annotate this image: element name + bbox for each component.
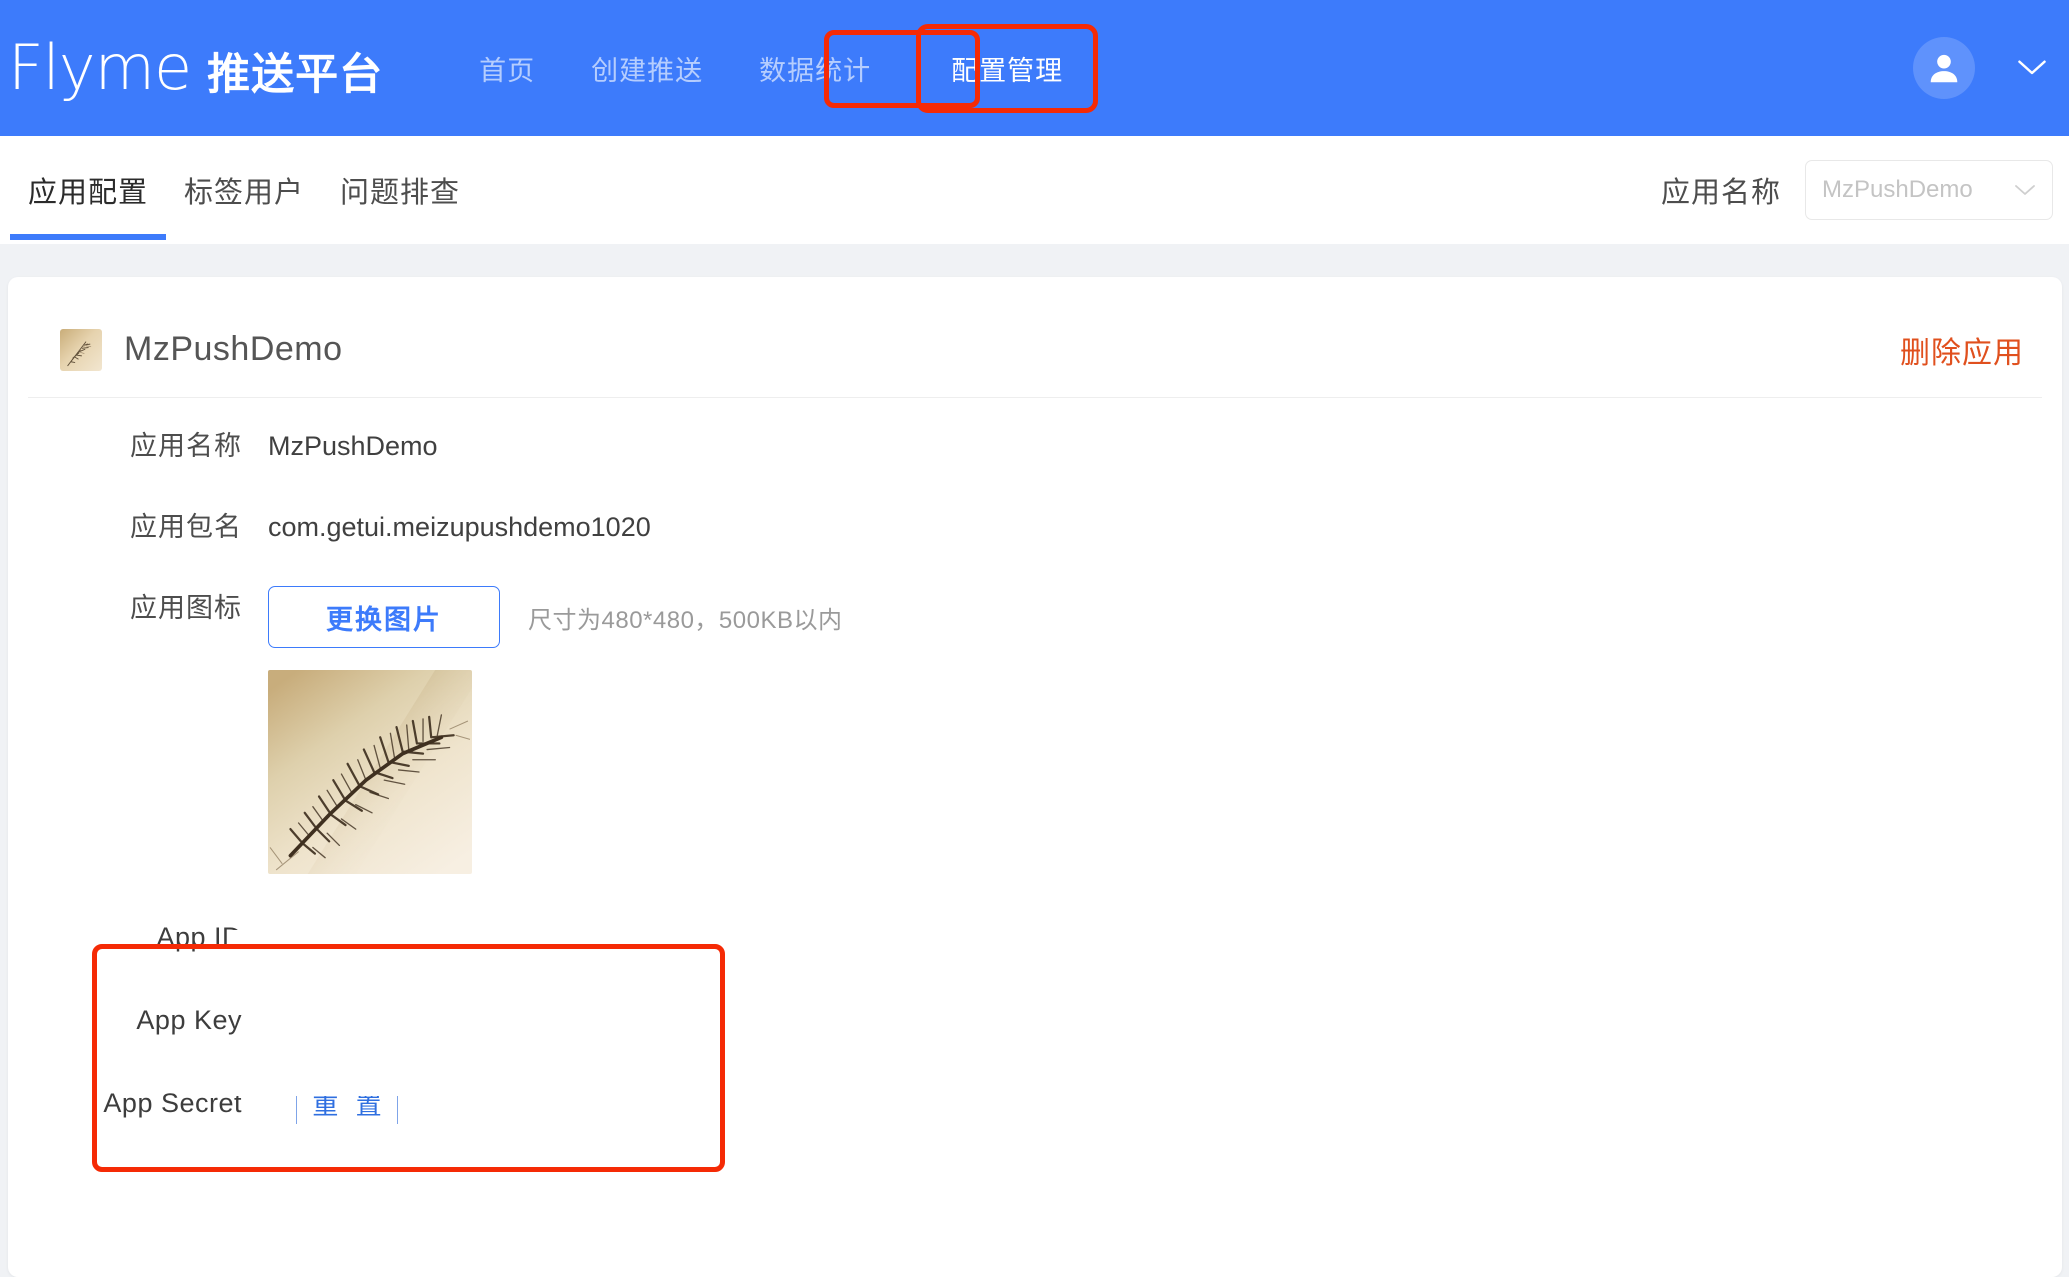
form-value-app-name: MzPushDemo — [268, 431, 438, 461]
card-title: MzPushDemo — [124, 330, 343, 368]
app-icon-hint: 尺寸为480*480，500KB以内 — [528, 606, 843, 634]
nav-item-home[interactable]: 首页 — [451, 35, 563, 102]
app-selector-group: 应用名称 MzPushDemo — [1661, 136, 2053, 244]
redaction-mask-app-key — [228, 1038, 720, 1096]
form-row-app-icon: 应用图标 更换图片 尺寸为480*480，500KB以内 — [8, 586, 2062, 874]
tab-tag-users[interactable]: 标签用户 — [166, 136, 322, 244]
user-avatar-icon — [1930, 54, 1958, 83]
change-image-button[interactable]: 更换图片 — [268, 586, 500, 648]
secondary-tabbar: 应用配置 标签用户 问题排查 应用名称 MzPushDemo — [0, 136, 2069, 244]
app-thumbnail-image — [60, 328, 102, 371]
app-name-select-value: MzPushDemo — [1822, 176, 1973, 203]
nav-item-create-push[interactable]: 创建推送 — [563, 35, 731, 102]
primary-nav: 首页 创建推送 数据统计 配置管理 — [451, 0, 1099, 136]
user-menu-toggle[interactable] — [2017, 59, 2047, 77]
form-value-package-name: com.getui.meizupushdemo1020 — [268, 512, 651, 542]
form-row-package-name: 应用包名 com.getui.meizupushdemo1020 — [8, 505, 2062, 549]
tab-app-config[interactable]: 应用配置 — [10, 136, 167, 244]
logo-text-flyme: Flyme — [8, 31, 192, 104]
app-config-form: 应用名称 MzPushDemo 应用包名 com.getui.meizupush… — [8, 398, 2062, 1145]
chevron-down-icon — [2015, 185, 2035, 195]
nav-item-config-management[interactable]: 配置管理 — [916, 23, 1099, 113]
reed-photo-preview — [268, 670, 472, 874]
logo-text-subtitle: 推送平台 — [207, 51, 384, 99]
app-icon-controls: 更换图片 尺寸为480*480，500KB以内 — [268, 586, 842, 648]
form-label-package-name: 应用包名 — [130, 512, 242, 542]
app-icon-preview-image — [268, 670, 472, 874]
delete-app-button[interactable]: 删除应用 — [1900, 328, 2024, 372]
form-row-app-name: 应用名称 MzPushDemo — [8, 424, 2062, 468]
nav-item-data-stats[interactable]: 数据统计 — [731, 35, 899, 102]
form-label-app-name: 应用名称 — [130, 431, 242, 461]
chevron-down-icon — [2018, 60, 2046, 75]
app-icon-column: 更换图片 尺寸为480*480，500KB以内 — [268, 586, 842, 874]
redaction-mask-app-id — [228, 956, 720, 1014]
redaction-mask-app-secret — [244, 1124, 696, 1176]
app-select-label: 应用名称 — [1660, 177, 1781, 209]
header-user-area — [1913, 0, 2047, 136]
redaction-mask-icon-bottom — [228, 930, 528, 960]
app-header: Flyme 推送平台 首页 创建推送 数据统计 配置管理 — [0, 0, 2069, 136]
tab-list: 应用配置 标签用户 问题排查 — [10, 136, 478, 244]
avatar[interactable] — [1913, 37, 1975, 99]
reed-photo-thumb — [60, 328, 102, 371]
card-header: MzPushDemo 删除应用 — [28, 302, 2042, 398]
brand-logo[interactable]: Flyme 推送平台 — [8, 37, 383, 99]
app-name-select[interactable]: MzPushDemo — [1805, 160, 2053, 220]
tab-troubleshoot[interactable]: 问题排查 — [322, 136, 478, 244]
form-label-app-icon: 应用图标 — [130, 593, 242, 623]
